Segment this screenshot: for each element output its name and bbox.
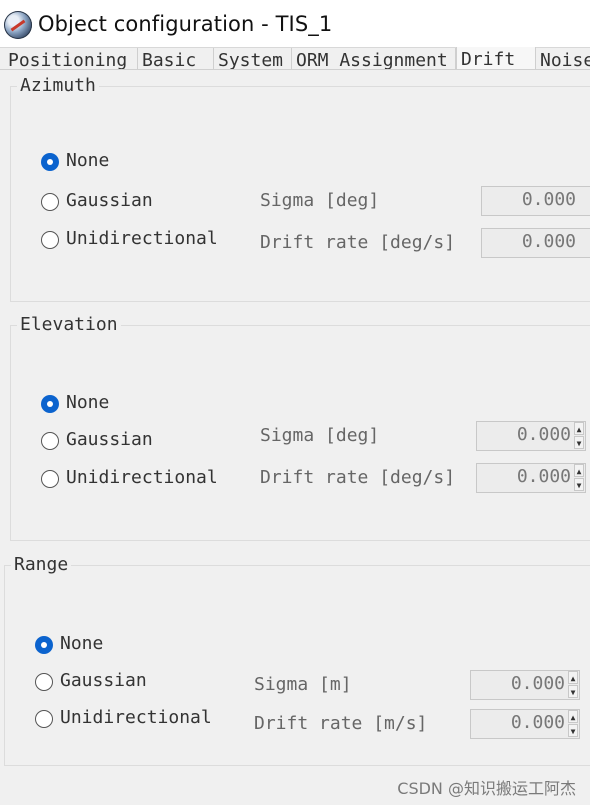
range-sigma-value[interactable]: 0.000 <box>511 673 565 694</box>
background-window-fragment <box>128 0 408 6</box>
tab-bar: Positioning Basic System ORM Assignment … <box>0 47 590 70</box>
azimuth-gaussian-radio[interactable] <box>41 193 59 211</box>
spin-up-arrow-icon[interactable]: ▲ <box>568 710 578 723</box>
elevation-sigma-arrows: ▲ ▼ <box>573 422 585 450</box>
range-unidirectional-label[interactable]: Unidirectional <box>60 707 212 728</box>
elevation-gaussian-radio[interactable] <box>41 432 59 450</box>
watermark-text: CSDN @知识搬运工阿杰 <box>397 779 576 798</box>
range-sigma-arrows: ▲ ▼ <box>567 671 579 699</box>
spin-up-arrow-icon[interactable]: ▲ <box>574 464 584 477</box>
range-drift-value[interactable]: 0.000 <box>511 712 565 733</box>
app-icon <box>4 11 32 39</box>
range-none-label[interactable]: None <box>60 633 103 654</box>
elevation-gaussian-label[interactable]: Gaussian <box>66 429 153 450</box>
azimuth-drift-label: Drift rate [deg/s] <box>260 232 456 253</box>
azimuth-drift-value[interactable]: 0.000 <box>522 231 576 252</box>
tab-basic[interactable]: Basic <box>138 48 214 69</box>
azimuth-sigma-value[interactable]: 0.000 <box>522 189 576 210</box>
elevation-sigma-spinbox[interactable]: 0.000 ▲ ▼ <box>476 421 586 451</box>
elevation-sigma-label: Sigma [deg] <box>260 425 380 446</box>
spin-down-arrow-icon[interactable]: ▼ <box>568 724 578 737</box>
spin-down-arrow-icon[interactable]: ▼ <box>574 478 584 491</box>
tab-positioning[interactable]: Positioning <box>4 48 138 69</box>
elevation-unidirectional-label[interactable]: Unidirectional <box>66 467 218 488</box>
tab-system[interactable]: System <box>214 48 292 69</box>
azimuth-gaussian-label[interactable]: Gaussian <box>66 190 153 211</box>
azimuth-title: Azimuth <box>17 75 99 96</box>
elevation-unidirectional-radio[interactable] <box>41 470 59 488</box>
elevation-sigma-value[interactable]: 0.000 <box>517 424 571 445</box>
range-gaussian-label[interactable]: Gaussian <box>60 670 147 691</box>
tab-orm-assignment[interactable]: ORM Assignment <box>292 48 456 69</box>
range-gaussian-radio[interactable] <box>35 673 53 691</box>
azimuth-none-radio[interactable] <box>41 153 59 171</box>
tab-drift[interactable]: Drift <box>456 47 536 69</box>
spin-down-arrow-icon[interactable]: ▼ <box>574 436 584 449</box>
azimuth-unidirectional-radio[interactable] <box>41 231 59 249</box>
elevation-drift-spinbox[interactable]: 0.000 ▲ ▼ <box>476 463 586 493</box>
range-unidirectional-radio[interactable] <box>35 710 53 728</box>
spin-down-arrow-icon[interactable]: ▼ <box>568 685 578 698</box>
window-title: Object configuration - TIS_1 <box>38 12 333 36</box>
range-title: Range <box>11 554 72 575</box>
azimuth-sigma-label: Sigma [deg] <box>260 190 380 211</box>
elevation-none-label[interactable]: None <box>66 392 109 413</box>
tab-noise[interactable]: Noise <box>536 48 590 69</box>
elevation-drift-value[interactable]: 0.000 <box>517 466 571 487</box>
azimuth-none-label[interactable]: None <box>66 150 109 171</box>
range-drift-label: Drift rate [m/s] <box>254 713 428 734</box>
elevation-drift-label: Drift rate [deg/s] <box>260 467 456 488</box>
elevation-title: Elevation <box>17 314 121 335</box>
range-drift-arrows: ▲ ▼ <box>567 710 579 738</box>
range-sigma-label: Sigma [m] <box>254 674 352 695</box>
elevation-none-radio[interactable] <box>41 395 59 413</box>
range-none-radio[interactable] <box>35 636 53 654</box>
range-drift-spinbox[interactable]: 0.000 ▲ ▼ <box>470 709 580 739</box>
range-sigma-spinbox[interactable]: 0.000 ▲ ▼ <box>470 670 580 700</box>
azimuth-unidirectional-label[interactable]: Unidirectional <box>66 228 218 249</box>
spin-up-arrow-icon[interactable]: ▲ <box>568 671 578 684</box>
spin-up-arrow-icon[interactable]: ▲ <box>574 422 584 435</box>
divider <box>4 765 590 766</box>
azimuth-drift-spinbox[interactable]: 0.000 <box>481 228 590 258</box>
title-bar: Object configuration - TIS_1 <box>0 0 590 48</box>
azimuth-sigma-spinbox[interactable]: 0.000 <box>481 186 590 216</box>
elevation-drift-arrows: ▲ ▼ <box>573 464 585 492</box>
